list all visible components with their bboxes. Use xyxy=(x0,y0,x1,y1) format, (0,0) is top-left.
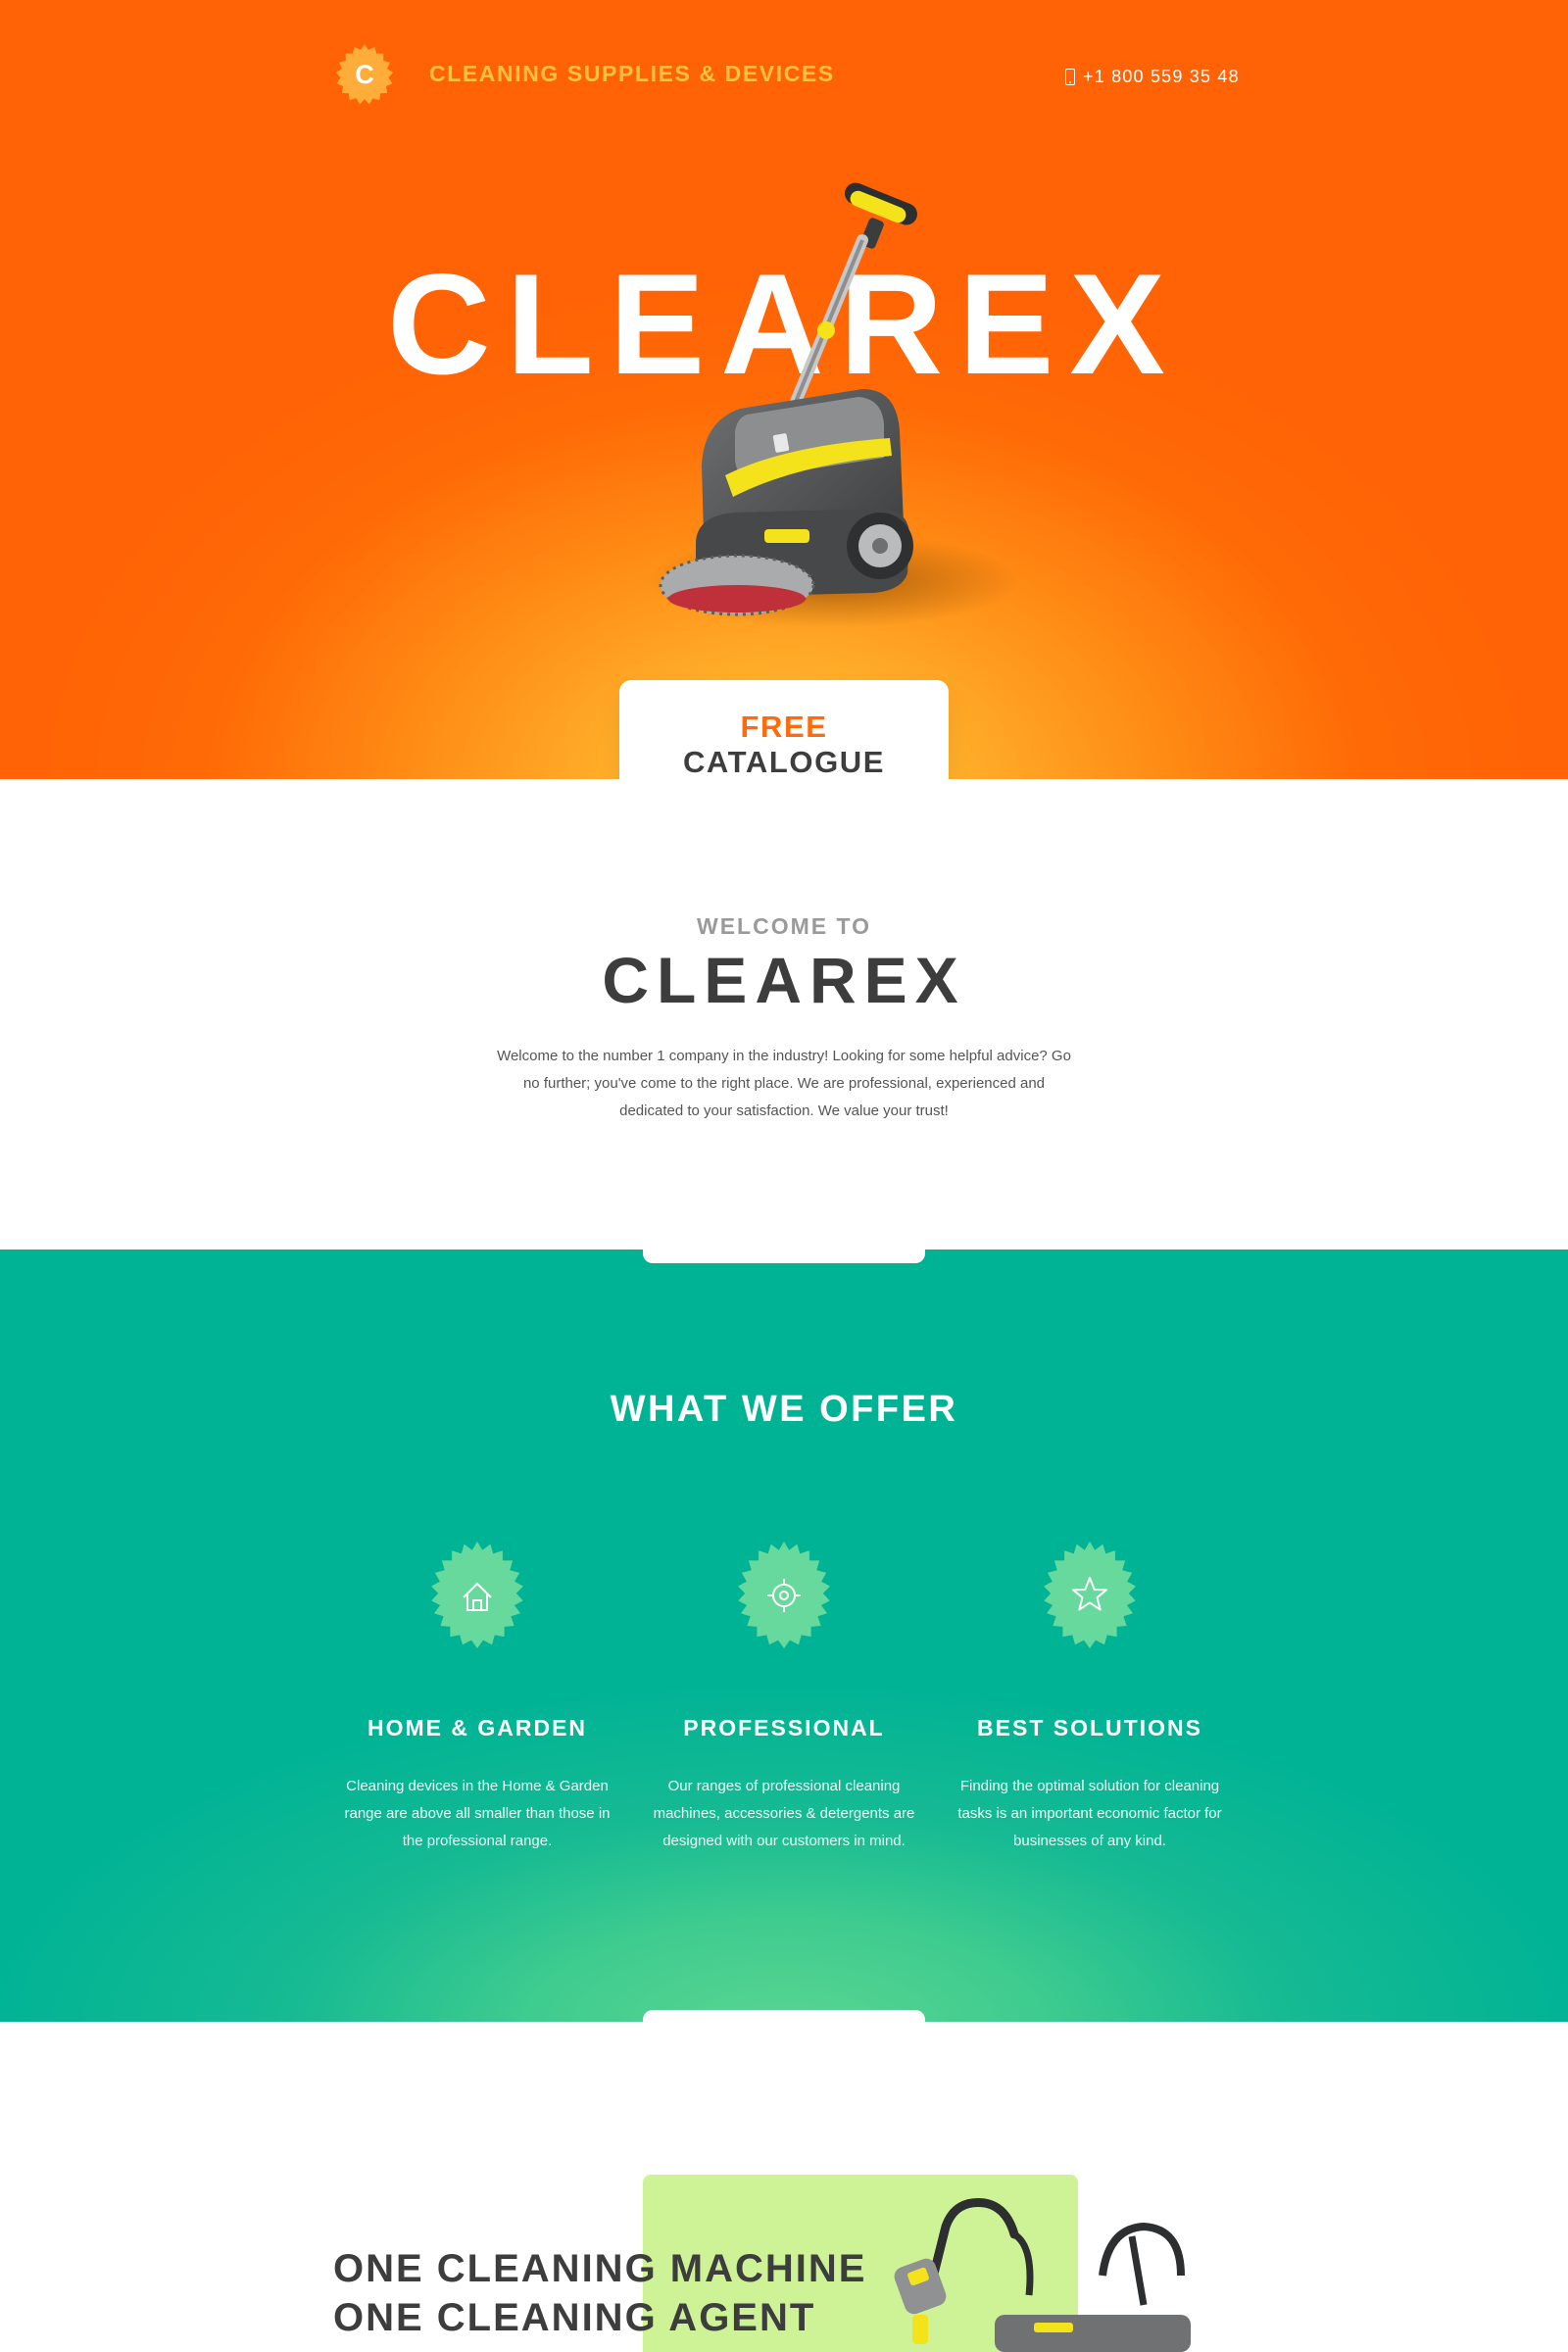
free-catalogue-button[interactable]: FREE CATALOGUE xyxy=(619,680,949,779)
welcome-pretitle: WELCOME TO xyxy=(696,913,871,939)
promo-line: ONE CLEANING MACHINE xyxy=(333,2247,867,2290)
phone-icon xyxy=(1065,69,1075,85)
floor-scrubber-image xyxy=(647,182,1019,628)
hero-section: C CLEANING SUPPLIES & DEVICES +1 800 559… xyxy=(0,0,1568,779)
feature-title: PROFESSIONAL xyxy=(683,1715,885,1740)
section-divider-tab xyxy=(643,1250,925,1263)
target-icon xyxy=(738,1542,830,1648)
feature-text: Our ranges of professional cleaning mach… xyxy=(653,1778,915,1849)
feature-home-garden: HOME & GARDEN Cleaning devices in the Ho… xyxy=(330,1529,624,1855)
section-divider-tab xyxy=(643,2010,925,2022)
phone-contact[interactable]: +1 800 559 35 48 xyxy=(1065,67,1240,87)
catalogue-label: CATALOGUE xyxy=(682,745,886,779)
welcome-title: CLEAREX xyxy=(602,944,966,1016)
cleaning-machine-image xyxy=(894,2198,1191,2352)
phone-number: +1 800 559 35 48 xyxy=(1083,67,1240,86)
feature-title: BEST SOLUTIONS xyxy=(977,1715,1202,1740)
feature-best-solutions: BEST SOLUTIONS Finding the optimal solut… xyxy=(943,1529,1237,1855)
promo-line: ONE MANUFACTURER xyxy=(333,2342,866,2352)
welcome-text: Welcome to the number 1 company in the i… xyxy=(497,1048,1071,1119)
feature-title: HOME & GARDEN xyxy=(367,1715,588,1740)
feature-text: Cleaning devices in the Home & Garden ra… xyxy=(344,1778,611,1849)
star-icon xyxy=(1044,1542,1136,1648)
logo-letter: C xyxy=(355,60,374,89)
offer-section: WHAT WE OFFER HOME & GARDEN Cleaning dev… xyxy=(0,1250,1568,2022)
promo-heading: ONE CLEANING MACHINE ONE CLEANING AGENT … xyxy=(333,2244,866,2352)
feature-text: Finding the optimal solution for cleanin… xyxy=(957,1778,1222,1849)
offer-title: WHAT WE OFFER xyxy=(610,1389,958,1430)
brand-tagline: CLEANING SUPPLIES & DEVICES xyxy=(429,61,835,86)
promo-line: ONE CLEANING AGENT xyxy=(333,2296,816,2339)
catalogue-free-label: FREE xyxy=(740,710,828,744)
logo-badge[interactable]: C xyxy=(333,43,396,106)
home-icon xyxy=(431,1542,523,1648)
feature-professional: PROFESSIONAL Our ranges of professional … xyxy=(637,1529,931,1855)
